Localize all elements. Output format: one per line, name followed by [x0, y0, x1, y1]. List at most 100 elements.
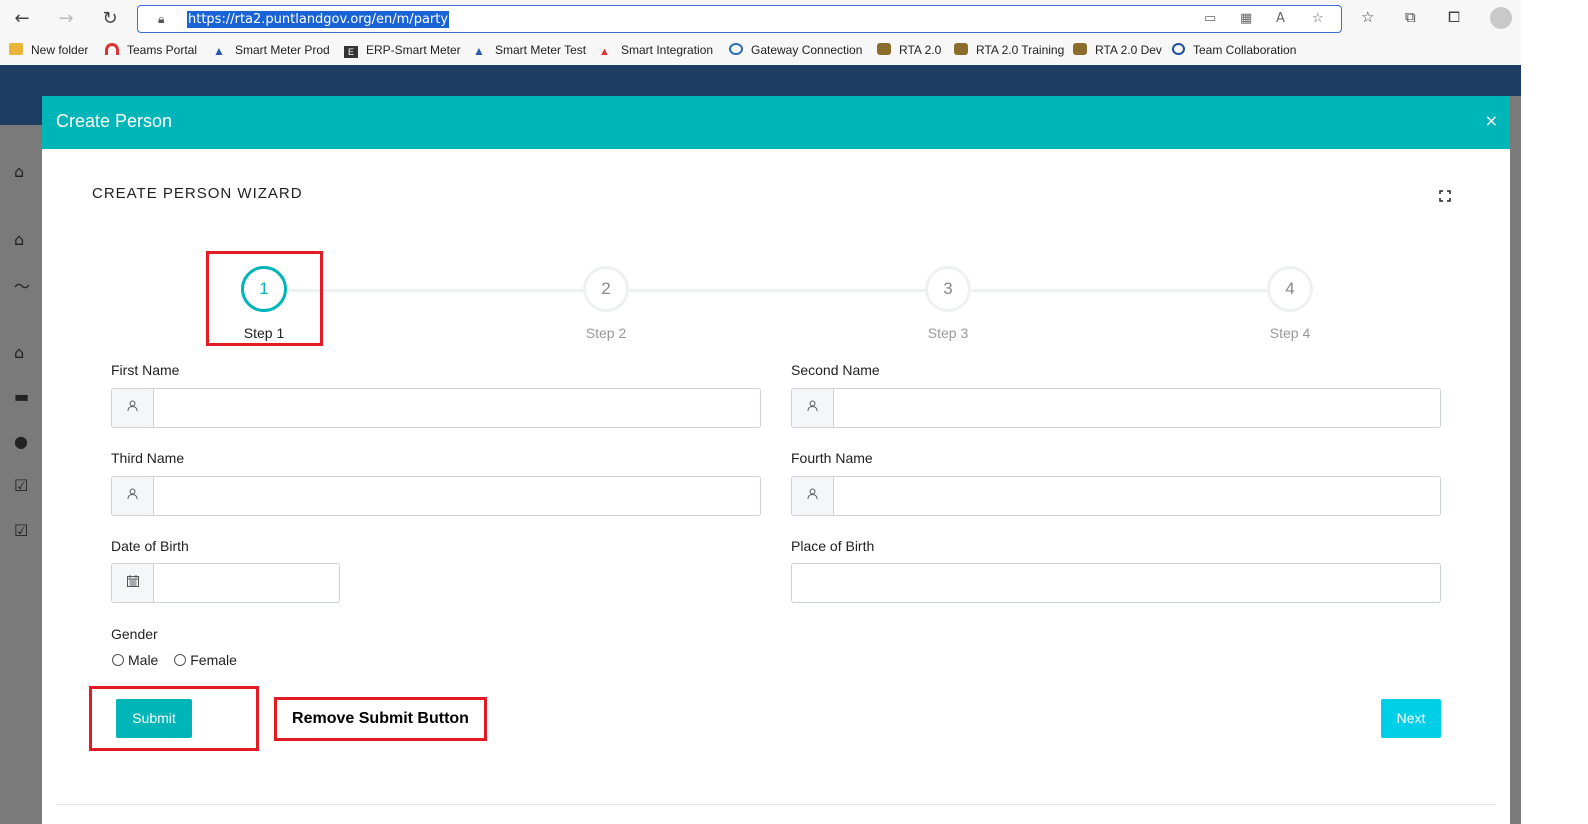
- date-of-birth-input[interactable]: [155, 564, 339, 602]
- fourth-name-input[interactable]: [835, 477, 1440, 515]
- collections-icon[interactable]: ⧉: [1405, 8, 1416, 26]
- modal-title: Create Person: [56, 111, 173, 131]
- gender-option-female[interactable]: Female: [174, 652, 237, 668]
- bookmark-item[interactable]: Gateway Connection: [729, 43, 862, 57]
- bookmark-item[interactable]: RTA 2.0 Dev: [1073, 43, 1162, 57]
- step-number: 3: [925, 266, 971, 312]
- step-connector: [972, 289, 1268, 292]
- create-person-modal: Create Person × CREATE PERSON WIZARD 1 S…: [42, 96, 1510, 824]
- fourth-name-label: Fourth Name: [791, 450, 873, 466]
- modal-header: Create Person ×: [42, 96, 1510, 149]
- app-sidebar: ⌂ ⌂ 〜 ⌂ ▬ ● ☑ ☑: [0, 125, 42, 824]
- url-text[interactable]: https://rta2.puntlandgov.org/en/m/party: [187, 11, 450, 28]
- gateway-icon: [729, 43, 743, 55]
- user-icon: [792, 389, 834, 427]
- droplet-icon: ▲: [213, 44, 225, 58]
- profile-avatar[interactable]: [1490, 7, 1512, 29]
- wizard-step-3[interactable]: 3 Step 3: [908, 266, 988, 341]
- third-name-field: [111, 476, 761, 516]
- folder-icon: [9, 43, 23, 55]
- bookmark-item[interactable]: E ERP-Smart Meter: [344, 43, 461, 58]
- annotation-highlight-submit: [89, 686, 259, 751]
- bookmark-item[interactable]: Teams Portal: [105, 43, 197, 57]
- gender-option-male[interactable]: Male: [112, 652, 158, 668]
- annotation-highlight-step: [206, 251, 323, 346]
- next-button[interactable]: Next: [1381, 699, 1441, 738]
- refresh-button[interactable]: ↻: [98, 7, 122, 31]
- app-available-icon[interactable]: ▭: [1204, 11, 1216, 26]
- radio-button[interactable]: [174, 654, 187, 666]
- first-name-label: First Name: [111, 362, 180, 378]
- gender-label: Gender: [111, 626, 158, 642]
- read-aloud-icon[interactable]: A: [1276, 11, 1285, 26]
- radio-button[interactable]: [112, 654, 124, 666]
- bookmark-item[interactable]: Team Collaboration: [1172, 43, 1296, 57]
- integration-icon: ▲: [599, 46, 610, 58]
- third-name-label: Third Name: [111, 450, 185, 466]
- calendar-icon[interactable]: [112, 564, 154, 602]
- bookmark-item[interactable]: New folder: [9, 43, 88, 57]
- rta-logo-icon: [1073, 43, 1087, 55]
- wizard-title: CREATE PERSON WIZARD: [92, 185, 303, 202]
- home-icon[interactable]: ⌂: [14, 343, 24, 362]
- step-label: Step 3: [927, 325, 969, 341]
- rta-logo-icon: [954, 43, 968, 55]
- third-name-input[interactable]: [155, 477, 760, 515]
- teams-portal-icon: [105, 43, 119, 55]
- place-of-birth-field: [791, 563, 1441, 603]
- wizard-step-2[interactable]: 2 Step 2: [566, 266, 646, 341]
- modal-footer-divider: [56, 804, 1496, 805]
- extensions-icon[interactable]: ⧠: [1448, 8, 1460, 26]
- browser-toolbar: ← → ↻ 🔒︎ https://rta2.puntlandgov.org/en…: [0, 0, 1521, 38]
- first-name-input[interactable]: [155, 389, 760, 427]
- date-of-birth-field: [111, 563, 340, 603]
- home-icon[interactable]: ⌂: [14, 162, 24, 181]
- back-button[interactable]: ←: [10, 7, 34, 31]
- checkbox-icon[interactable]: ☑: [14, 476, 28, 495]
- user-icon[interactable]: ●: [14, 432, 28, 451]
- first-name-field: [111, 388, 761, 428]
- home-icon[interactable]: ⌂: [14, 230, 24, 249]
- bookmark-item[interactable]: RTA 2.0 Training: [954, 43, 1064, 57]
- gender-radio-group: Male Female: [112, 652, 249, 668]
- second-name-field: [791, 388, 1441, 428]
- favorites-icon[interactable]: ☆: [1361, 8, 1374, 26]
- user-icon: [792, 477, 834, 515]
- qr-icon[interactable]: ▦: [1240, 11, 1252, 26]
- car-icon[interactable]: ▬: [14, 387, 29, 406]
- step-number: 4: [1267, 266, 1313, 312]
- team-collaboration-icon: [1172, 43, 1185, 55]
- step-number: 2: [583, 266, 629, 312]
- fourth-name-field: [791, 476, 1441, 516]
- step-label: Step 2: [585, 325, 627, 341]
- address-bar[interactable]: 🔒︎ https://rta2.puntlandgov.org/en/m/par…: [137, 5, 1342, 33]
- overlay-edge: [1510, 96, 1521, 824]
- bookmark-item[interactable]: RTA 2.0: [877, 43, 941, 57]
- place-of-birth-input[interactable]: [792, 564, 1440, 602]
- bookmarks-bar: New folder Teams Portal ▲ Smart Meter Pro…: [0, 38, 1521, 65]
- place-of-birth-label: Place of Birth: [791, 538, 875, 554]
- trend-icon[interactable]: 〜: [14, 273, 30, 297]
- bookmark-item[interactable]: ▲ Smart Meter Prod: [213, 43, 330, 57]
- second-name-label: Second Name: [791, 362, 880, 378]
- step-label: Step 4: [1269, 325, 1311, 341]
- wizard-step-4[interactable]: 4 Step 4: [1250, 266, 1330, 341]
- page-margin: [1521, 0, 1588, 824]
- step-connector: [629, 289, 925, 292]
- checkbox-icon[interactable]: ☑: [14, 521, 28, 540]
- user-icon: [112, 389, 154, 427]
- annotation-note: Remove Submit Button: [274, 697, 487, 741]
- forward-button[interactable]: →: [54, 7, 78, 31]
- close-icon[interactable]: ×: [1485, 111, 1498, 130]
- second-name-input[interactable]: [835, 389, 1440, 427]
- bookmark-item[interactable]: ▲ Smart Integration: [599, 43, 713, 58]
- bookmark-item[interactable]: ▲ Smart Meter Test: [473, 43, 586, 57]
- lock-icon: 🔒︎: [158, 12, 165, 26]
- favorite-add-icon[interactable]: ☆: [1312, 11, 1324, 26]
- expand-icon[interactable]: [1439, 190, 1451, 202]
- date-of-birth-label: Date of Birth: [111, 538, 189, 554]
- erp-icon: E: [344, 46, 358, 58]
- user-icon: [112, 477, 154, 515]
- droplet-icon: ▲: [473, 44, 485, 58]
- step-connector: [287, 289, 583, 292]
